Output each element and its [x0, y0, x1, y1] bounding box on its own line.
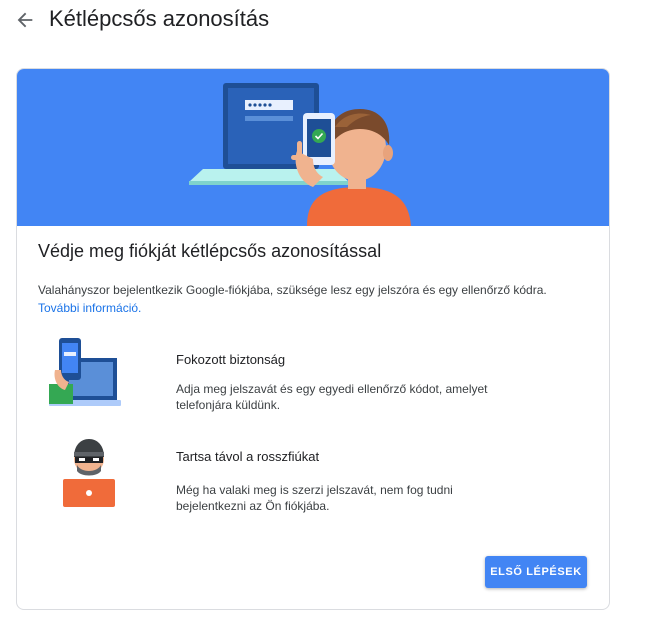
get-started-button[interactable]: ELSŐ LÉPÉSEK — [485, 556, 587, 588]
intro-paragraph: Valahányszor bejelentkezik Google-fiókjá… — [38, 281, 598, 317]
feature-title: Fokozott biztonság — [176, 352, 286, 367]
intro-text: Valahányszor bejelentkezik Google-fiókjá… — [38, 283, 547, 297]
feature-description: Adja meg jelszavát és egy egyedi ellenőr… — [176, 382, 488, 412]
feature-description: Még ha valaki meg is szerzi jelszavát, n… — [176, 483, 453, 513]
page-header: Kétlépcsős azonosítás — [0, 0, 649, 40]
hero-banner — [17, 69, 609, 226]
hero-illustration — [189, 83, 411, 226]
feature-title: Tartsa távol a rosszfiúkat — [176, 449, 320, 464]
arrow-back-icon[interactable] — [14, 9, 36, 31]
card-heading: Védje meg fiókját kétlépcsős azonosításs… — [38, 241, 382, 261]
learn-more-link[interactable]: További információ. — [38, 301, 141, 315]
phone-laptop-illustration — [49, 338, 121, 406]
two-step-card: Védje meg fiókját kétlépcsős azonosításs… — [16, 68, 610, 610]
thief-laptop-illustration — [63, 439, 115, 507]
page-title: Kétlépcsős azonosítás — [49, 6, 270, 31]
